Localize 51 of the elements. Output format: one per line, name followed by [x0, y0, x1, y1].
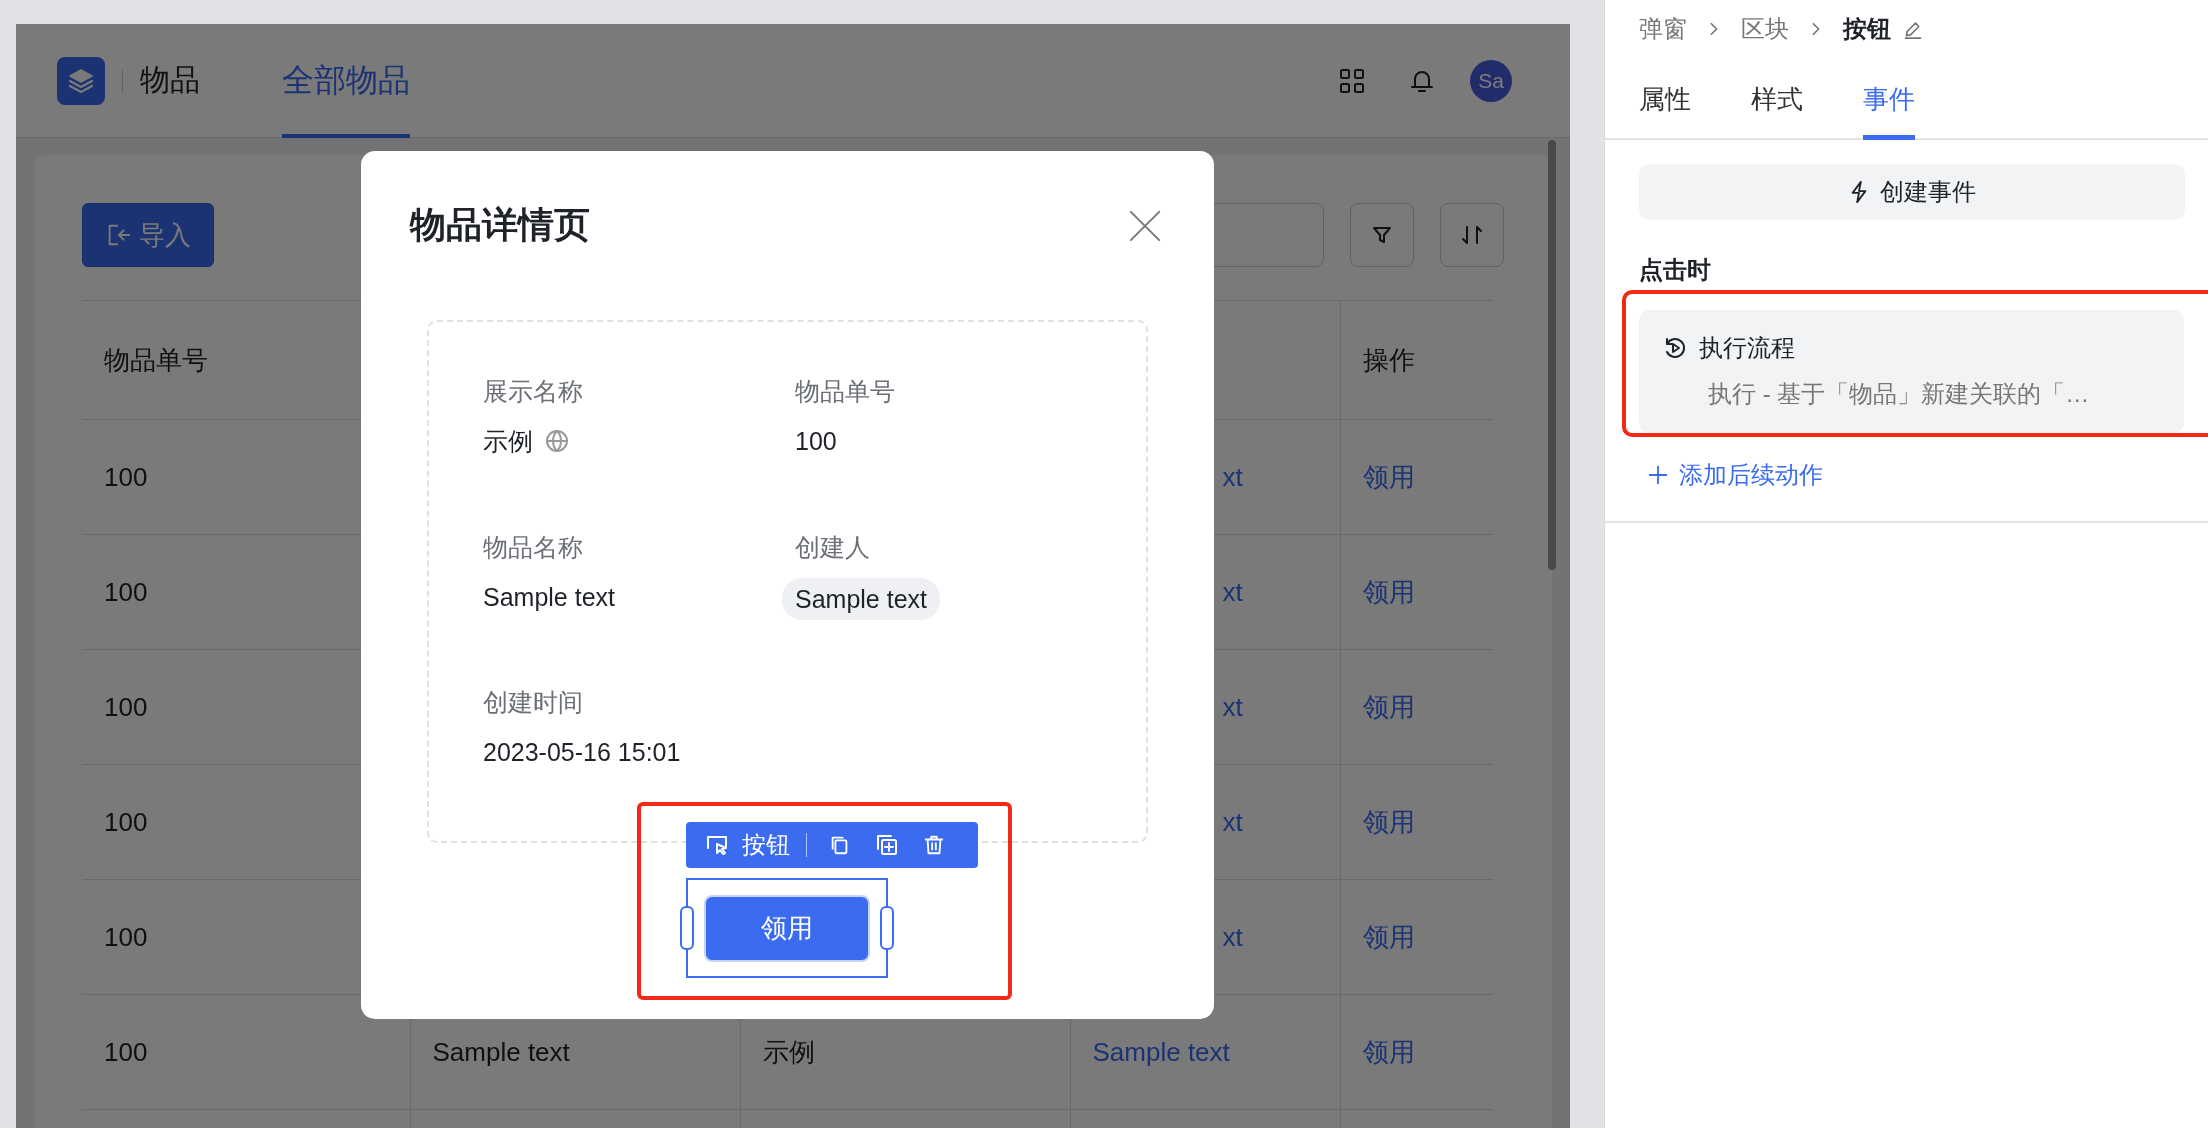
field-value: Sample text [483, 581, 615, 613]
breadcrumb-item[interactable]: 弹窗 [1639, 13, 1687, 45]
action-link[interactable]: 领用 [1340, 994, 1493, 1110]
scrollbar[interactable] [1548, 140, 1556, 570]
field-value: 2023-05-16 15:01 [483, 737, 681, 769]
panel-tab[interactable]: 属性 [1639, 58, 1691, 140]
breadcrumb-item[interactable]: 区块 [1741, 13, 1789, 45]
action-link[interactable]: 领用 [1340, 764, 1493, 880]
duplicate-icon[interactable] [875, 833, 899, 857]
component-label: 按钮 [742, 830, 790, 860]
create-event-button[interactable]: 创建事件 [1639, 164, 2185, 220]
globe-icon[interactable] [545, 429, 569, 453]
field-value: 100 [795, 426, 837, 457]
field-label: 物品名称 [483, 531, 584, 563]
field-label: 创建时间 [483, 687, 584, 719]
plus-icon [1647, 464, 1669, 486]
breadcrumb-item: 按钮 [1843, 14, 1891, 44]
claim-button[interactable]: 领用 [704, 895, 870, 962]
cursor-icon [704, 833, 730, 857]
action-link[interactable]: 领用 [1340, 879, 1493, 995]
action-description: 执行 - 基于「物品」新建关联的「… [1708, 379, 2091, 409]
modal-title: 物品详情页 [410, 203, 590, 247]
user-chip: Sample text [782, 577, 940, 620]
panel-tab[interactable]: 事件 [1863, 58, 1915, 140]
field-label: 展示名称 [483, 376, 584, 407]
filter-button[interactable] [1350, 203, 1414, 267]
field-label: 物品单号 [795, 376, 896, 407]
close-icon[interactable] [1128, 208, 1162, 243]
add-action-link[interactable]: 添加后续动作 [1647, 459, 1823, 491]
play-cycle-icon [1663, 336, 1687, 360]
import-button[interactable]: 导入 [82, 203, 214, 267]
action-title: 执行流程 [1699, 333, 1795, 363]
section-title: 点击时 [1639, 255, 1712, 285]
column-header: 操作 [1340, 300, 1493, 420]
app-title: 物品 [140, 62, 200, 98]
action-link[interactable]: 领用 [1340, 534, 1493, 650]
sort-button[interactable] [1440, 203, 1504, 267]
field-label: 创建人 [795, 531, 871, 563]
nav-tab[interactable]: 全部物品 [282, 24, 410, 138]
sort-icon [1460, 223, 1484, 247]
resize-handle[interactable] [880, 906, 894, 950]
action-link[interactable]: 领用 [1340, 649, 1493, 765]
trash-icon[interactable] [923, 834, 945, 856]
logo-icon[interactable] [57, 56, 105, 105]
user-avatar[interactable]: Sa [1470, 59, 1512, 102]
action-card[interactable]: 执行流程 执行 - 基于「物品」新建关联的「… [1639, 310, 2184, 433]
action-link[interactable]: 领用 [1340, 419, 1493, 535]
grid-icon[interactable] [1338, 66, 1366, 95]
resize-handle[interactable] [680, 906, 694, 950]
field-value: 示例 [483, 426, 533, 457]
panel-tab[interactable]: 样式 [1751, 58, 1803, 140]
